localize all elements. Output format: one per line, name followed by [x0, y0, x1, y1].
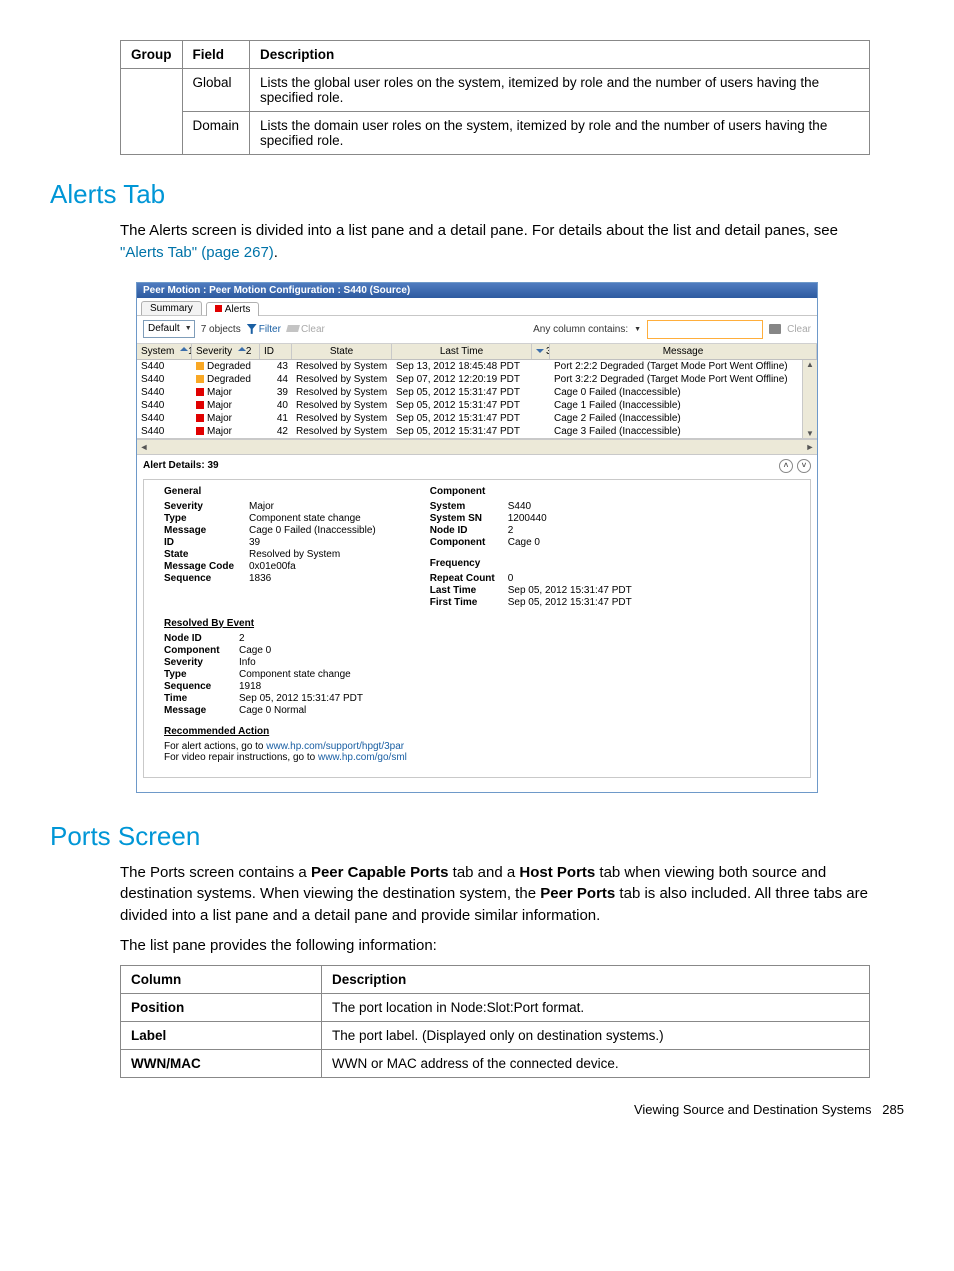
eraser-icon: [286, 325, 300, 332]
sort-up-icon: [235, 346, 246, 357]
tab-alerts[interactable]: Alerts: [206, 302, 260, 316]
col-field: Field: [182, 41, 250, 69]
col-lasttime[interactable]: Last Time: [392, 344, 532, 359]
tab-summary[interactable]: Summary: [141, 301, 202, 315]
table-row: PositionThe port location in Node:Slot:P…: [121, 993, 870, 1021]
col-message[interactable]: Message: [550, 344, 817, 359]
ports-para1: The Ports screen contains a Peer Capable…: [120, 862, 870, 927]
clear-search: Clear: [787, 324, 811, 335]
table-row[interactable]: S440Major39Resolved by SystemSep 05, 201…: [137, 386, 817, 399]
col-description: Description: [250, 41, 870, 69]
object-count: 7 objects: [201, 324, 241, 335]
view-combo[interactable]: Default: [143, 320, 195, 338]
scroll-right-icon[interactable]: ►: [803, 442, 817, 452]
severity-icon: [196, 401, 204, 409]
user-roles-table: Group Field Description Global Lists the…: [120, 40, 870, 155]
recommended-line2: For video repair instructions, go to www…: [164, 752, 790, 763]
table-row: WWN/MACWWN or MAC address of the connect…: [121, 1049, 870, 1077]
general-heading: General: [164, 486, 376, 497]
ports-columns-table: Column Description PositionThe port loca…: [120, 965, 870, 1078]
horizontal-scrollbar[interactable]: ◄ ►: [137, 439, 817, 454]
clear-filter: Clear: [287, 324, 325, 335]
support-link[interactable]: www.hp.com/support/hpgt/3par: [266, 741, 404, 752]
toolbar: Default 7 objects Filter Clear Any colum…: [137, 316, 817, 344]
grid-header: System 1 Severity 2 ID State Last Time 3…: [137, 344, 817, 360]
grid-body: S440Degraded43Resolved by SystemSep 13, …: [137, 360, 817, 439]
ports-screen-heading: Ports Screen: [50, 821, 904, 852]
sml-link[interactable]: www.hp.com/go/sml: [318, 752, 407, 763]
ports-para2: The list pane provides the following inf…: [120, 935, 870, 957]
recommended-heading: Recommended Action: [164, 726, 790, 737]
table-row: LabelThe port label. (Displayed only on …: [121, 1021, 870, 1049]
alerts-app-window: Peer Motion : Peer Motion Configuration …: [136, 282, 818, 793]
table-row[interactable]: S440Major41Resolved by SystemSep 05, 201…: [137, 412, 817, 425]
detail-title: Alert Details: 39: [143, 460, 219, 471]
alerts-tab-link[interactable]: "Alerts Tab" (page 267): [120, 244, 274, 261]
col-sort3[interactable]: 3: [532, 344, 550, 359]
sort-up-icon: [177, 346, 188, 357]
general-kv: SeverityMajor TypeComponent state change…: [164, 501, 376, 584]
anycol-input[interactable]: [647, 320, 763, 339]
anycol-dropdown-icon[interactable]: ▼: [634, 326, 641, 333]
severity-icon: [196, 427, 204, 435]
table-row[interactable]: S440Major42Resolved by SystemSep 05, 201…: [137, 425, 817, 438]
severity-icon: [196, 414, 204, 422]
alerts-intro: The Alerts screen is divided into a list…: [120, 220, 870, 264]
recommended-line1: For alert actions, go to www.hp.com/supp…: [164, 741, 790, 752]
filter-link[interactable]: Filter: [247, 324, 281, 335]
vertical-scrollbar[interactable]: ▲▼: [802, 360, 817, 438]
severity-icon: [196, 362, 204, 370]
anycol-label: Any column contains:: [533, 324, 628, 335]
resolved-heading: Resolved By Event: [164, 618, 790, 629]
page-footer: Viewing Source and Destination Systems 2…: [50, 1102, 904, 1117]
col-id[interactable]: ID: [260, 344, 292, 359]
window-title: Peer Motion : Peer Motion Configuration …: [137, 283, 817, 298]
severity-icon: [196, 375, 204, 383]
table-row[interactable]: S440Degraded44Resolved by SystemSep 07, …: [137, 373, 817, 386]
detail-title-row: Alert Details: 39 ˄ ˅: [137, 454, 817, 477]
sort-down-icon: [536, 346, 546, 357]
col-column: Column: [121, 965, 322, 993]
table-row[interactable]: S440Major40Resolved by SystemSep 05, 201…: [137, 399, 817, 412]
detail-body: General SeverityMajor TypeComponent stat…: [143, 479, 811, 778]
component-heading: Component: [430, 486, 632, 497]
frequency-heading: Frequency: [430, 558, 632, 569]
col-system[interactable]: System 1: [137, 344, 192, 359]
printer-icon[interactable]: [769, 324, 781, 334]
tabs-row: Summary Alerts: [137, 298, 817, 316]
table-row: Domain Lists the domain user roles on th…: [121, 112, 870, 155]
collapse-up-icon[interactable]: ˄: [779, 459, 793, 473]
filter-icon: [247, 324, 257, 334]
frequency-kv: Repeat Count0 Last TimeSep 05, 2012 15:3…: [430, 573, 632, 608]
col-group: Group: [121, 41, 183, 69]
scroll-left-icon[interactable]: ◄: [137, 442, 151, 452]
alerts-tab-heading: Alerts Tab: [50, 179, 904, 210]
resolved-kv: Node ID2 ComponentCage 0 SeverityInfo Ty…: [164, 633, 790, 716]
collapse-down-icon[interactable]: ˅: [797, 459, 811, 473]
table-row: Global Lists the global user roles on th…: [121, 69, 870, 112]
component-kv: SystemS440 System SN1200440 Node ID2 Com…: [430, 501, 632, 548]
table-row[interactable]: S440Degraded43Resolved by SystemSep 13, …: [137, 360, 817, 373]
severity-icon: [196, 388, 204, 396]
col-state[interactable]: State: [292, 344, 392, 359]
alert-icon: [215, 305, 222, 312]
col-description: Description: [322, 965, 870, 993]
col-severity[interactable]: Severity 2: [192, 344, 260, 359]
